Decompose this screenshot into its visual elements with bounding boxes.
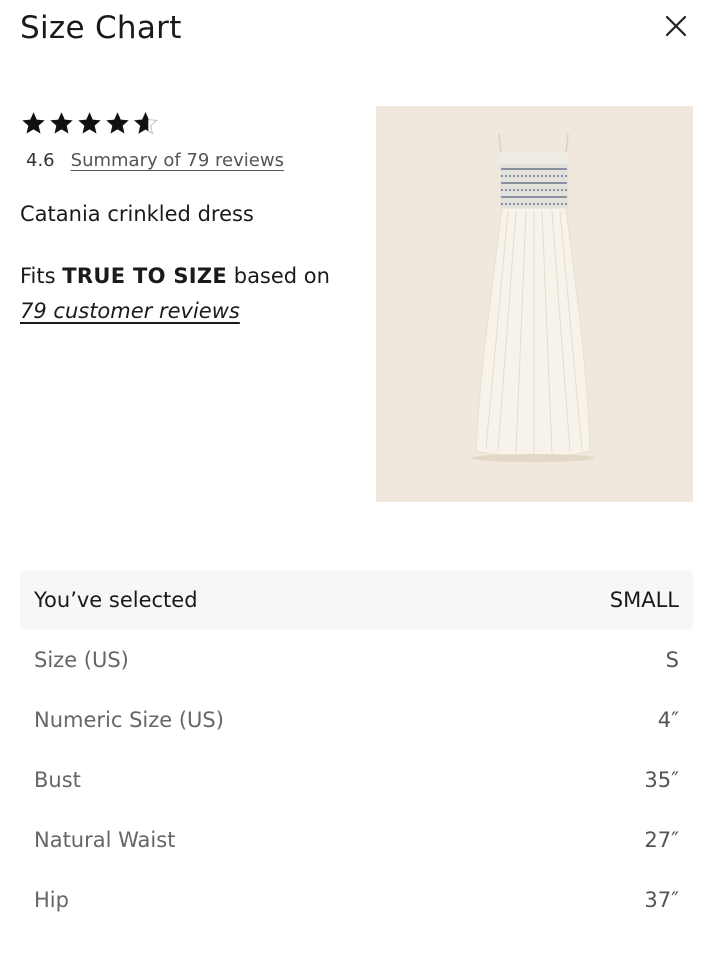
rating-value: 4.6 <box>26 150 55 171</box>
table-row: Natural Waist 27″ <box>20 810 693 870</box>
selected-label: You’ve selected <box>34 588 198 612</box>
star-rating <box>20 110 159 137</box>
row-label: Bust <box>34 768 81 792</box>
size-table: You’ve selected SMALL Size (US) S Numeri… <box>20 570 693 930</box>
modal-header: Size Chart <box>20 10 700 54</box>
row-value: 4″ <box>657 708 679 732</box>
close-icon[interactable] <box>662 12 690 40</box>
table-row: Hip 37″ <box>20 870 693 930</box>
table-row: Numeric Size (US) 4″ <box>20 690 693 750</box>
star-full-icon <box>50 112 73 134</box>
fit-prefix: Fits <box>20 264 63 288</box>
row-value: 37″ <box>644 888 679 912</box>
product-image <box>376 106 693 502</box>
row-value: 35″ <box>644 768 679 792</box>
selected-value: SMALL <box>609 588 679 612</box>
product-name: Catania crinkled dress <box>20 202 254 226</box>
star-full-icon <box>22 112 45 134</box>
row-label: Hip <box>34 888 69 912</box>
customer-reviews-link[interactable]: 79 customer reviews <box>20 299 240 323</box>
page-title: Size Chart <box>20 10 182 46</box>
star-full-icon <box>106 112 129 134</box>
row-label: Numeric Size (US) <box>34 708 224 732</box>
rating-summary: 4.6 Summary of 79 reviews <box>26 150 284 171</box>
table-row: Size (US) S <box>20 630 693 690</box>
star-full-icon <box>78 112 101 134</box>
row-value: S <box>665 648 679 672</box>
table-row: Bust 35″ <box>20 750 693 810</box>
row-label: Size (US) <box>34 648 129 672</box>
reviews-summary-link[interactable]: Summary of 79 reviews <box>71 150 284 171</box>
dress-illustration <box>376 106 693 502</box>
fit-emphasis: TRUE TO SIZE <box>62 264 228 288</box>
star-partial-icon <box>133 111 158 135</box>
row-value: 27″ <box>644 828 679 852</box>
fit-summary: Fits TRUE TO SIZE based on 79 customer r… <box>20 259 350 329</box>
row-label: Natural Waist <box>34 828 176 852</box>
fit-suffix: based on <box>227 264 330 288</box>
selected-size-row: You’ve selected SMALL <box>20 570 693 630</box>
